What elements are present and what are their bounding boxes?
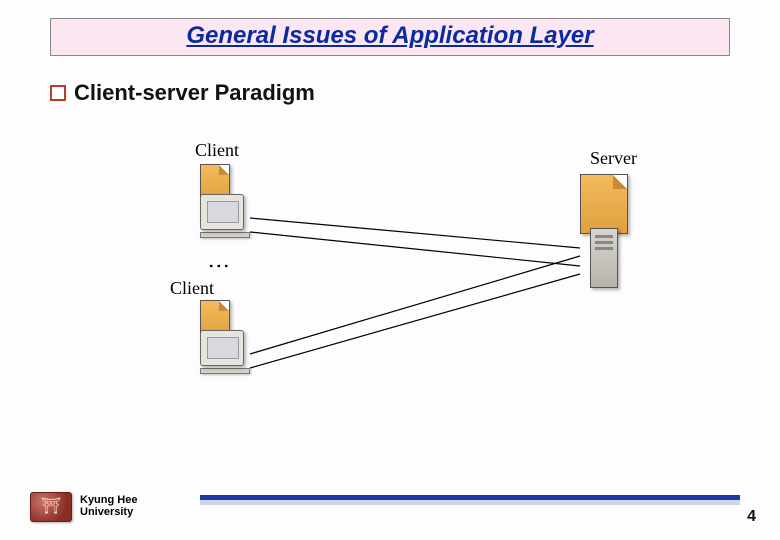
page-number: 4 [747,508,756,526]
diagram: Client ⋮ Client Server [80,140,680,440]
title-bar: General Issues of Application Layer [50,18,730,56]
footer-divider-shadow [200,500,740,505]
bullet-row: Client-server Paradigm [50,80,315,106]
connection-lines [80,140,680,440]
bullet-text: Client-server Paradigm [74,80,315,106]
bullet-icon [50,85,66,101]
university-name: Kyung Hee University [80,495,137,518]
slide: General Issues of Application Layer Clie… [0,0,780,540]
university-name-line2: University [80,507,137,519]
university-crest-icon [30,492,72,522]
footer-logo: Kyung Hee University [30,492,137,522]
slide-title: General Issues of Application Layer [186,22,593,49]
